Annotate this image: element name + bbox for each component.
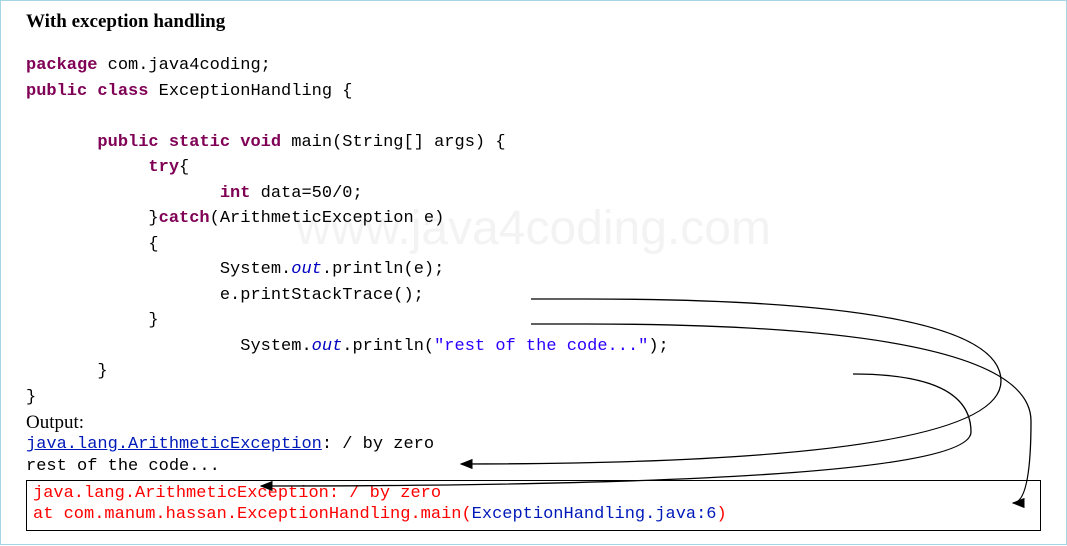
string-literal: "rest of the code..." bbox=[434, 337, 648, 356]
keyword-void: void bbox=[240, 133, 281, 152]
output-line-1: java.lang.ArithmeticException: / by zero bbox=[26, 434, 1041, 456]
keyword-public: public bbox=[97, 133, 158, 152]
brace: } bbox=[148, 311, 158, 330]
print-stack-trace: e.printStackTrace(); bbox=[220, 286, 424, 305]
brace: { bbox=[179, 158, 189, 177]
println-close: ); bbox=[648, 337, 668, 356]
keyword-public: public bbox=[26, 82, 87, 101]
stack-close-paren: ) bbox=[717, 505, 727, 524]
int-declaration: data=50/0; bbox=[250, 184, 362, 203]
stack-file-link[interactable]: ExceptionHandling.java:6 bbox=[472, 505, 717, 524]
class-decl: ExceptionHandling { bbox=[148, 82, 352, 101]
brace: } bbox=[26, 388, 36, 407]
content: With exception handling package com.java… bbox=[26, 11, 1041, 531]
brace: } bbox=[148, 209, 158, 228]
code-example-box: www.java4coding.com With exception handl… bbox=[0, 0, 1067, 545]
exception-link[interactable]: java.lang.ArithmeticException bbox=[26, 435, 322, 454]
println-e: .println(e); bbox=[322, 260, 444, 279]
package-name: com.java4coding; bbox=[97, 56, 270, 75]
keyword-int: int bbox=[220, 184, 251, 203]
keyword-class: class bbox=[97, 82, 148, 101]
output-label: Output: bbox=[26, 412, 1041, 434]
keyword-package: package bbox=[26, 56, 97, 75]
system-text: System. bbox=[220, 260, 291, 279]
code-block: package com.java4coding; public class Ex… bbox=[26, 53, 1041, 410]
keyword-catch: catch bbox=[159, 209, 210, 228]
system-text: System. bbox=[240, 337, 311, 356]
keyword-try: try bbox=[148, 158, 179, 177]
stack-line-2: at com.manum.hassan.ExceptionHandling.ma… bbox=[33, 504, 1034, 525]
out-field: out bbox=[312, 337, 343, 356]
catch-signature: (ArithmeticException e) bbox=[210, 209, 445, 228]
exception-msg: : / by zero bbox=[322, 435, 434, 454]
out-field: out bbox=[291, 260, 322, 279]
brace: } bbox=[97, 362, 107, 381]
stack-line-1: java.lang.ArithmeticException: / by zero bbox=[33, 483, 1034, 504]
main-signature: main(String[] args) { bbox=[281, 133, 505, 152]
brace: { bbox=[148, 235, 158, 254]
section-title: With exception handling bbox=[26, 11, 1041, 33]
keyword-static: static bbox=[169, 133, 230, 152]
stack-at: at com.manum.hassan.ExceptionHandling.ma… bbox=[33, 505, 472, 524]
println-open: .println( bbox=[342, 337, 434, 356]
output-line-2: rest of the code... bbox=[26, 456, 1041, 478]
stack-trace-box: java.lang.ArithmeticException: / by zero… bbox=[26, 480, 1041, 531]
